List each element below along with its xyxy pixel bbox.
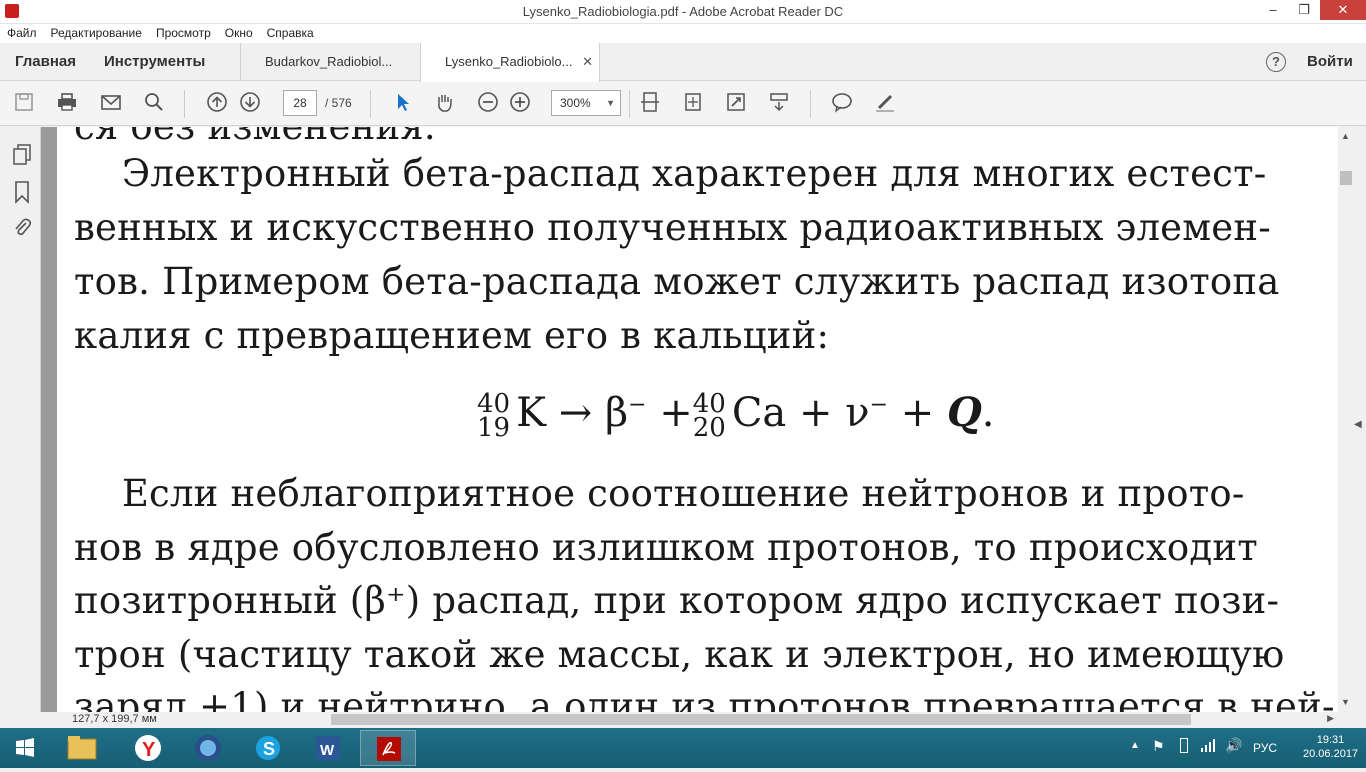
expand-right-pane-icon[interactable]: ◀: [1354, 419, 1362, 430]
tab-bar: Главная Инструменты Budarkov_Radiobiol..…: [0, 43, 1366, 82]
minimize-button[interactable]: –: [1259, 0, 1287, 20]
scroll-up-icon[interactable]: ▲: [1341, 131, 1350, 141]
text-line: ся без изменения.: [74, 127, 436, 148]
comment-icon[interactable]: [830, 91, 854, 115]
beta: β: [604, 390, 629, 436]
show-hidden-icons[interactable]: ▲: [1130, 740, 1140, 751]
print-icon[interactable]: [55, 91, 79, 115]
page-number-input[interactable]: 28: [283, 90, 317, 116]
signin-button[interactable]: Войти: [1307, 53, 1353, 70]
scroll-mode-icon[interactable]: [767, 91, 791, 115]
menu-window[interactable]: Окно: [218, 24, 260, 40]
energy-q: Q: [946, 389, 982, 436]
chevron-down-icon: ▼: [606, 98, 615, 108]
scroll-right-icon[interactable]: ▶: [1327, 713, 1334, 724]
text-line: тов. Примером бета-распада может служить…: [74, 260, 1280, 303]
potassium-symbol: K: [516, 390, 546, 436]
yandex-browser-icon[interactable]: Y: [120, 730, 176, 766]
navigation-pane: [0, 127, 41, 712]
text-line: Если неблагоприятное соотношение нейтрон…: [74, 472, 1245, 515]
text-line: калия с превращением его в кальций:: [74, 314, 830, 357]
svg-text:W: W: [320, 742, 335, 759]
volume-icon[interactable]: 🔊: [1225, 737, 1242, 754]
tab-document-budarkov[interactable]: Budarkov_Radiobiol...: [240, 43, 420, 81]
scroll-down-icon[interactable]: ▼: [1341, 697, 1350, 707]
text-line: трон (частицу такой же массы, как и элек…: [74, 633, 1285, 676]
zoom-value: 300%: [560, 96, 591, 110]
menu-file[interactable]: Файл: [0, 24, 44, 40]
full-screen-icon[interactable]: [724, 91, 748, 115]
search-icon[interactable]: [142, 91, 166, 115]
menu-bar: Файл Редактирование Просмотр Окно Справка: [0, 24, 1366, 43]
file-explorer-icon[interactable]: [54, 730, 110, 766]
toolbar: [0, 82, 1366, 126]
page-total: / 576: [325, 96, 352, 110]
fit-width-icon[interactable]: [638, 91, 662, 115]
pages-thumbnail-icon[interactable]: [11, 143, 33, 167]
horizontal-scroll-thumb[interactable]: [331, 714, 1191, 725]
text-line: Электронный бета-распад характерен для м…: [74, 152, 1267, 195]
text-line: позитронный (β⁺) распад, при котором ядр…: [74, 579, 1280, 622]
text-line: нов в ядре обусловлено излишком протонов…: [74, 526, 1258, 569]
acrobat-reader-icon[interactable]: [360, 730, 416, 766]
tab-home[interactable]: Главная: [15, 43, 76, 81]
highlight-pen-icon[interactable]: [873, 91, 897, 115]
taskbar: Y S W ▲ ⚑ 🔊 РУС: [0, 728, 1366, 768]
page-size-readout: 127,7 x 199,7 мм: [72, 713, 157, 725]
word-icon[interactable]: W: [300, 730, 356, 766]
email-icon[interactable]: [99, 91, 123, 115]
vertical-scroll-thumb[interactable]: [1340, 171, 1352, 185]
window-title: Lysenko_Radiobiologia.pdf - Adobe Acroba…: [522, 4, 844, 19]
action-center-flag-icon[interactable]: ⚑: [1152, 738, 1165, 755]
vertical-scrollbar[interactable]: ▲ ◀ ▼: [1338, 127, 1366, 712]
skype-icon[interactable]: S: [240, 730, 296, 766]
menu-edit[interactable]: Редактирование: [44, 24, 149, 40]
zoom-out-icon[interactable]: [476, 91, 500, 115]
input-language[interactable]: РУС: [1253, 741, 1277, 755]
document-view[interactable]: ся без изменения. Электронный бета-распа…: [41, 127, 1338, 712]
start-button[interactable]: [0, 730, 50, 766]
calcium-isotope-indices: 40 20: [692, 389, 726, 443]
horizontal-scrollbar[interactable]: ▶: [41, 712, 1338, 728]
pdf-page: ся без изменения. Электронный бета-распа…: [57, 127, 1338, 712]
svg-text:S: S: [263, 739, 275, 759]
previous-page-icon[interactable]: [205, 91, 229, 115]
save-icon[interactable]: [12, 91, 36, 115]
neutrino: ν: [845, 390, 870, 436]
attachment-icon[interactable]: [11, 216, 33, 240]
potassium-isotope-indices: 40 19: [477, 389, 511, 443]
app-viewer-icon[interactable]: [180, 730, 236, 766]
next-page-icon[interactable]: [238, 91, 262, 115]
fit-page-icon[interactable]: [681, 91, 705, 115]
menu-help[interactable]: Справка: [260, 24, 321, 40]
tab-document-label: Lysenko_Radiobiolo...: [445, 54, 573, 69]
hand-tool-icon[interactable]: [432, 91, 456, 115]
decay-formula: 40 19 K → β− + 40 20 Ca + ν− + Q.: [477, 389, 995, 443]
svg-text:Y: Y: [142, 739, 156, 761]
select-cursor-icon[interactable]: [390, 91, 414, 115]
bookmark-icon[interactable]: [11, 180, 33, 204]
zoom-select[interactable]: 300% ▼: [551, 90, 621, 116]
help-icon[interactable]: ?: [1266, 52, 1286, 72]
battery-icon[interactable]: [1180, 738, 1188, 753]
tab-document-lysenko[interactable]: Lysenko_Radiobiolo... ✕: [420, 43, 600, 82]
zoom-in-icon[interactable]: [508, 91, 532, 115]
text-line: заряд +1) и нейтрино, а один из протонов…: [74, 685, 1335, 712]
signal-icon[interactable]: [1200, 737, 1216, 758]
calcium-symbol: Ca: [731, 390, 787, 436]
close-tab-icon[interactable]: ✕: [582, 43, 593, 81]
arrow: →: [558, 390, 593, 436]
text-line: венных и искусственно полученных радиоак…: [74, 206, 1271, 249]
close-button[interactable]: ✕: [1320, 0, 1366, 20]
restore-button[interactable]: ❐: [1290, 0, 1318, 20]
menu-view[interactable]: Просмотр: [149, 24, 218, 40]
title-bar: Lysenko_Radiobiologia.pdf - Adobe Acroba…: [0, 0, 1366, 24]
tab-document-label: Budarkov_Radiobiol...: [265, 54, 393, 69]
tab-tools[interactable]: Инструменты: [104, 43, 205, 81]
system-clock[interactable]: 19:31 20.06.2017: [1303, 733, 1358, 761]
